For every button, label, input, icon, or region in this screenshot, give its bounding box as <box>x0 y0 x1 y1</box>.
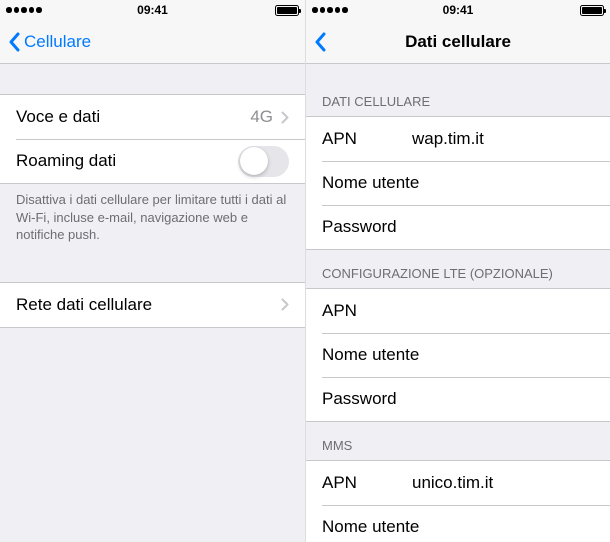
chevron-left-icon <box>314 32 326 52</box>
screen-cellular: 09:41 Cellulare Voce e dati 4G Roaming d <box>0 0 305 542</box>
cell-label: Nome utente <box>322 517 422 537</box>
row-apn[interactable]: APN unico.tim.it <box>306 461 610 505</box>
status-bar: 09:41 <box>0 0 305 20</box>
cell-label: Voce e dati <box>16 107 116 127</box>
cell-label: Nome utente <box>322 345 422 365</box>
cell-label: Password <box>322 389 422 409</box>
row-apn[interactable]: APN wap.tim.it <box>306 117 610 161</box>
apn-value[interactable]: unico.tim.it <box>392 473 594 493</box>
status-left <box>312 7 348 13</box>
content: DATI CELLULARE APN wap.tim.it Nome utent… <box>306 64 610 542</box>
row-username[interactable]: Nome utente <box>306 505 610 542</box>
chevron-right-icon <box>281 298 289 311</box>
group-voice-roaming: Voce e dati 4G Roaming dati <box>0 94 305 184</box>
row-password[interactable]: Password <box>306 377 610 421</box>
status-left <box>6 7 42 13</box>
group-lte: APN Nome utente Password <box>306 288 610 422</box>
cell-label: APN <box>322 473 392 493</box>
nav-bar: Cellulare <box>0 20 305 64</box>
group-footer: Disattiva i dati cellulare per limitare … <box>0 184 305 252</box>
screen-cellular-data: 09:41 Dati cellulare DATI CELLULARE APN … <box>305 0 610 542</box>
battery-icon <box>580 5 604 16</box>
cell-label: APN <box>322 129 392 149</box>
cell-label: Nome utente <box>322 173 422 193</box>
row-cellular-network[interactable]: Rete dati cellulare <box>0 283 305 327</box>
back-button[interactable]: Cellulare <box>8 32 91 52</box>
row-username[interactable]: Nome utente <box>306 161 610 205</box>
cell-label: Roaming dati <box>16 151 116 171</box>
chevron-left-icon <box>8 32 20 52</box>
signal-icon <box>6 7 42 13</box>
section-header-cellular: DATI CELLULARE <box>306 64 610 116</box>
status-right <box>580 5 604 16</box>
content: Voce e dati 4G Roaming dati Disattiva i … <box>0 64 305 542</box>
section-header-lte: CONFIGURAZIONE LTE (OPZIONALE) <box>306 250 610 288</box>
section-header-mms: MMS <box>306 422 610 460</box>
row-apn[interactable]: APN <box>306 289 610 333</box>
cell-label: Rete dati cellulare <box>16 295 152 315</box>
status-right <box>275 5 299 16</box>
status-bar: 09:41 <box>306 0 610 20</box>
battery-icon <box>275 5 299 16</box>
roaming-toggle[interactable] <box>238 146 289 177</box>
group-cellular-data: APN wap.tim.it Nome utente Password <box>306 116 610 250</box>
back-button[interactable] <box>314 32 330 52</box>
group-network: Rete dati cellulare <box>0 282 305 328</box>
group-mms: APN unico.tim.it Nome utente Password MM… <box>306 460 610 542</box>
status-time: 09:41 <box>0 3 305 17</box>
back-label: Cellulare <box>24 32 91 52</box>
apn-value[interactable]: wap.tim.it <box>392 129 594 149</box>
cell-label: APN <box>322 301 392 321</box>
chevron-right-icon <box>281 111 289 124</box>
nav-bar: Dati cellulare <box>306 20 610 64</box>
row-username[interactable]: Nome utente <box>306 333 610 377</box>
status-time: 09:41 <box>306 3 610 17</box>
nav-title: Dati cellulare <box>306 32 610 52</box>
row-roaming: Roaming dati <box>0 139 305 183</box>
cell-label: Password <box>322 217 422 237</box>
signal-icon <box>312 7 348 13</box>
toggle-knob <box>240 147 268 175</box>
cell-value: 4G <box>116 107 281 127</box>
row-voice-data[interactable]: Voce e dati 4G <box>0 95 305 139</box>
row-password[interactable]: Password <box>306 205 610 249</box>
